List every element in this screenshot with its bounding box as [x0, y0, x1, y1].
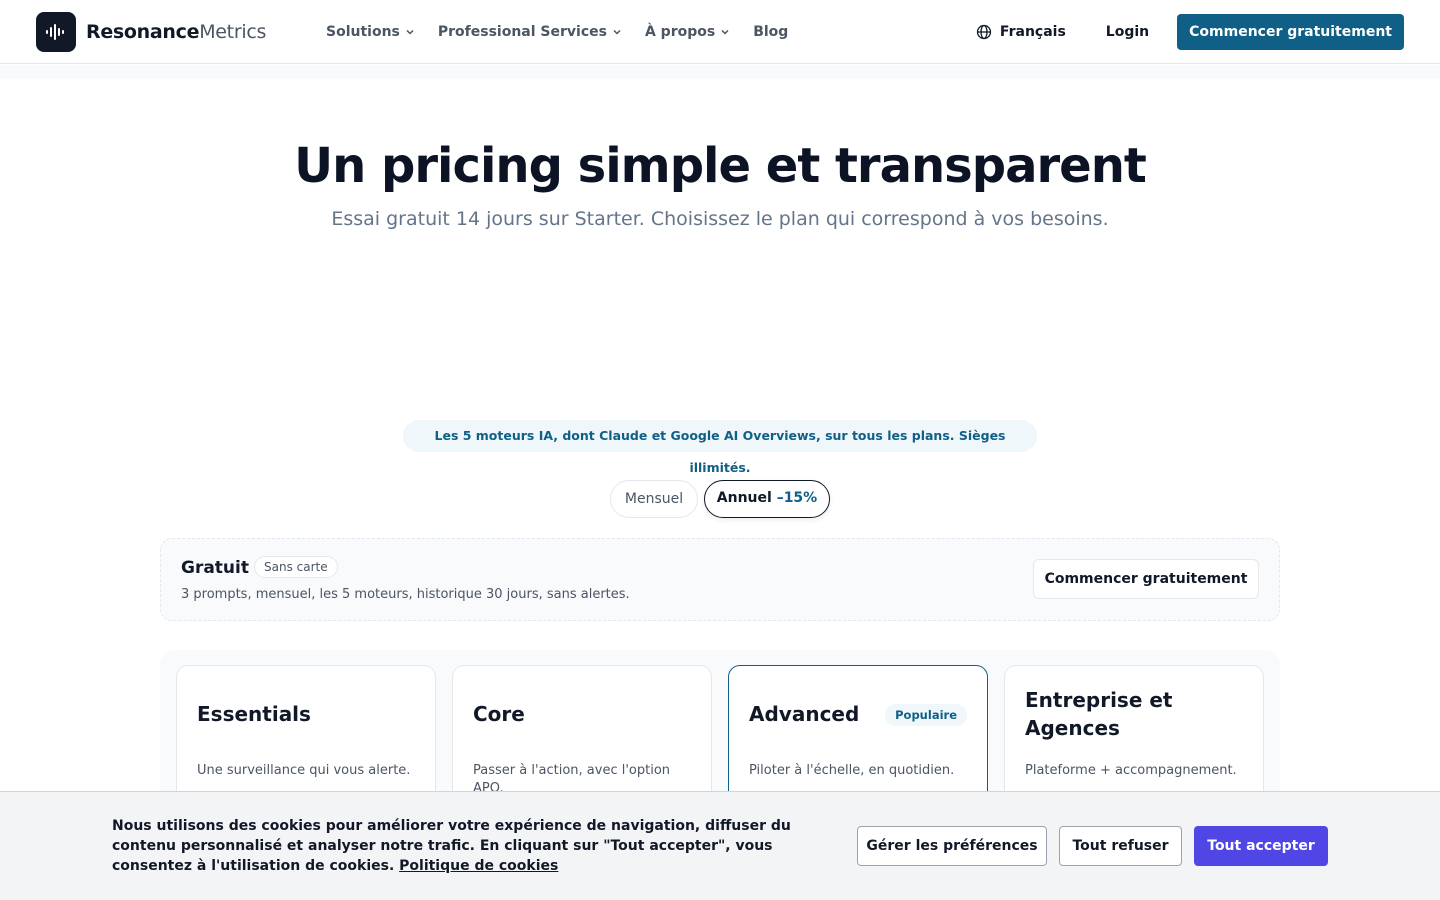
plan-name: Advanced [749, 702, 860, 726]
engines-note: Les 5 moteurs IA, dont Claude et Google … [403, 420, 1037, 475]
billing-annual-toggle[interactable]: Annuel –15% [704, 480, 830, 518]
refuse-all-button[interactable]: Tout refuser [1059, 826, 1182, 866]
nav-item-a-propos[interactable]: À propos [645, 24, 731, 40]
plan-name: Entreprise et Agences [1025, 688, 1173, 740]
annual-discount: –15% [776, 490, 818, 506]
brand-logo[interactable]: ResonanceMetrics [36, 12, 266, 52]
accept-all-button[interactable]: Tout accepter [1194, 826, 1328, 866]
free-plan-description: 3 prompts, mensuel, les 5 moteurs, histo… [181, 587, 630, 602]
page-title: Un pricing simple et transparent [294, 138, 1147, 194]
brand-name-bold: Resonance [86, 21, 200, 43]
page-subtitle: Essai gratuit 14 jours sur Starter. Choi… [331, 208, 1109, 230]
manage-preferences-button[interactable]: Gérer les préférences [857, 826, 1047, 866]
site-header: ResonanceMetrics Solutions Professional … [0, 0, 1440, 64]
popular-badge: Populaire [885, 704, 967, 726]
free-plan-start-button[interactable]: Commencer gratuitement [1033, 559, 1259, 599]
language-selector[interactable]: Français [976, 24, 1066, 40]
main-nav: Solutions Professional Services À propos… [326, 0, 810, 64]
plan-name: Essentials [197, 702, 311, 726]
plan-description: Une surveillance qui vous alerte. [197, 763, 411, 778]
free-plan-name: Gratuit [181, 558, 249, 578]
nav-item-blog[interactable]: Blog [753, 24, 788, 40]
start-free-button[interactable]: Commencer gratuitement [1177, 14, 1404, 50]
brand-name: ResonanceMetrics [86, 21, 266, 43]
nav-item-label: À propos [644, 24, 716, 40]
free-plan-badge: Sans carte [254, 556, 338, 578]
cookie-banner: Nous utilisons des cookies pour améliore… [0, 791, 1440, 900]
brand-name-light: Metrics [199, 21, 267, 43]
free-plan-card: Gratuit Sans carte 3 prompts, mensuel, l… [160, 538, 1280, 621]
waveform-icon [36, 12, 76, 52]
billing-annual-label: Annuel [716, 490, 772, 506]
language-label: Français [999, 24, 1066, 40]
cookie-policy-link[interactable]: Politique de cookies [399, 858, 558, 874]
billing-monthly-toggle[interactable]: Mensuel [610, 480, 698, 518]
header-band [0, 65, 1440, 79]
nav-item-label: Solutions [326, 24, 400, 40]
chevron-down-icon [613, 29, 621, 35]
nav-item-solutions[interactable]: Solutions [326, 24, 416, 40]
login-link[interactable]: Login [1106, 24, 1149, 40]
chevron-down-icon [406, 29, 414, 35]
globe-icon [976, 24, 992, 40]
chevron-down-icon [721, 29, 729, 35]
nav-item-label: Professional Services [437, 24, 607, 40]
header-actions: Français Login Commencer gratuitement [976, 14, 1404, 50]
plan-description: Plateforme + accompagnement. [1025, 763, 1237, 778]
nav-item-professional-services[interactable]: Professional Services [438, 24, 623, 40]
plan-name: Core [473, 702, 525, 726]
cookie-text: Nous utilisons des cookies pour améliore… [112, 816, 832, 876]
nav-item-label: Blog [753, 24, 789, 40]
plan-description: Piloter à l'échelle, en quotidien. [749, 763, 955, 778]
